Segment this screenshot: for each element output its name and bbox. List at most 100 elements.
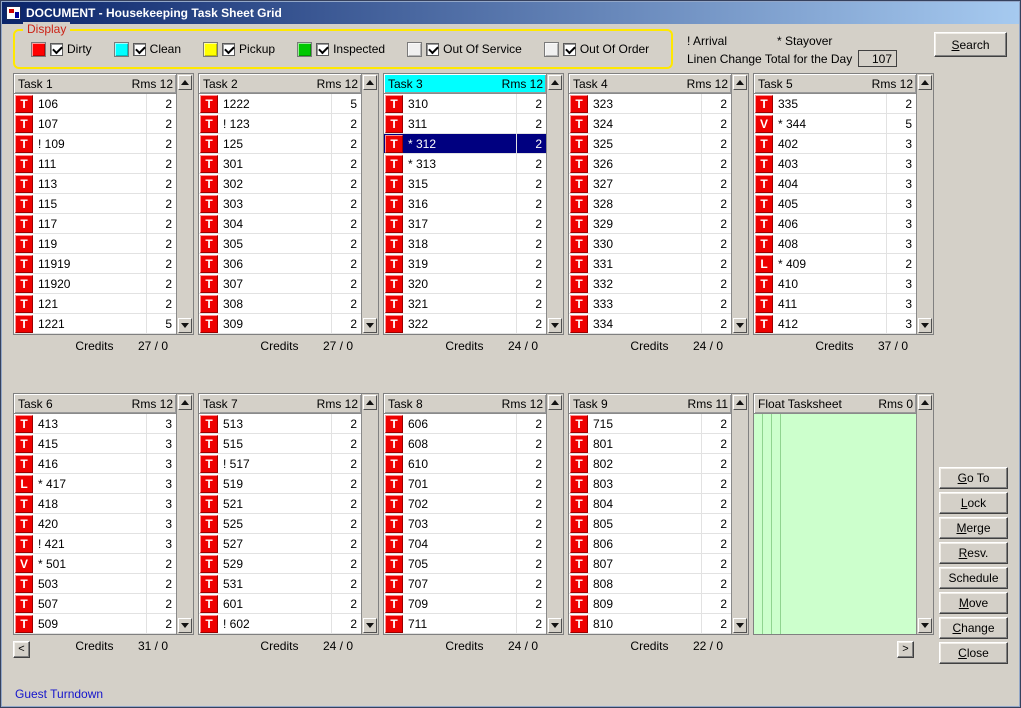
- dirty-checkbox[interactable]: [50, 43, 63, 56]
- room-row[interactable]: T5032: [14, 574, 176, 594]
- scroll-up-button[interactable]: [918, 395, 932, 410]
- room-row[interactable]: T3312: [569, 254, 731, 274]
- task-8-scrollbar[interactable]: [546, 394, 563, 634]
- room-row[interactable]: T1062: [14, 94, 176, 114]
- scroll-down-button[interactable]: [548, 318, 562, 333]
- room-row[interactable]: T5072: [14, 594, 176, 614]
- room-row[interactable]: T5292: [199, 554, 361, 574]
- schedule-button[interactable]: Schedule: [939, 567, 1008, 589]
- merge-button[interactable]: Merge: [939, 517, 1008, 539]
- task-6-header[interactable]: Task 6Rms 12: [14, 394, 176, 414]
- room-row[interactable]: T3152: [384, 174, 546, 194]
- room-row[interactable]: T5132: [199, 414, 361, 434]
- scroll-right-button[interactable]: >: [897, 641, 914, 658]
- room-row[interactable]: T7072: [384, 574, 546, 594]
- room-row[interactable]: T3022: [199, 174, 361, 194]
- task-2-header[interactable]: Task 2Rms 12: [199, 74, 361, 94]
- room-row[interactable]: T8092: [569, 594, 731, 614]
- room-row[interactable]: T3082: [199, 294, 361, 314]
- scroll-track[interactable]: [548, 411, 562, 617]
- room-row[interactable]: T3042: [199, 214, 361, 234]
- resv-button[interactable]: Resv.: [939, 542, 1008, 564]
- room-row[interactable]: V* 3445: [754, 114, 916, 134]
- room-row[interactable]: L* 4173: [14, 474, 176, 494]
- room-row[interactable]: T4063: [754, 214, 916, 234]
- float-tasksheet-header[interactable]: Float TasksheetRms 0: [754, 394, 916, 414]
- room-row[interactable]: T1252: [199, 134, 361, 154]
- close-button[interactable]: Close: [939, 642, 1008, 664]
- room-row[interactable]: T3172: [384, 214, 546, 234]
- scroll-track[interactable]: [548, 91, 562, 317]
- scroll-down-button[interactable]: [918, 318, 932, 333]
- room-row[interactable]: T4113: [754, 294, 916, 314]
- scroll-up-button[interactable]: [733, 395, 747, 410]
- room-row[interactable]: T1112: [14, 154, 176, 174]
- room-row[interactable]: T4153: [14, 434, 176, 454]
- room-row[interactable]: T! 6022: [199, 614, 361, 634]
- guest-turndown-link[interactable]: Guest Turndown: [15, 687, 103, 701]
- room-row[interactable]: T3062: [199, 254, 361, 274]
- room-row[interactable]: T4083: [754, 234, 916, 254]
- room-row[interactable]: T5272: [199, 534, 361, 554]
- room-row[interactable]: T3032: [199, 194, 361, 214]
- room-row[interactable]: L* 4092: [754, 254, 916, 274]
- room-row[interactable]: T5192: [199, 474, 361, 494]
- task-2-scrollbar[interactable]: [361, 74, 378, 334]
- room-row[interactable]: T12215: [14, 314, 176, 334]
- room-row[interactable]: T7042: [384, 534, 546, 554]
- scroll-left-button[interactable]: <: [13, 641, 30, 658]
- scroll-down-button[interactable]: [733, 318, 747, 333]
- pickup-checkbox[interactable]: [222, 43, 235, 56]
- room-row[interactable]: T4103: [754, 274, 916, 294]
- room-row[interactable]: T3342: [569, 314, 731, 334]
- room-row[interactable]: T8022: [569, 454, 731, 474]
- room-row[interactable]: T4163: [14, 454, 176, 474]
- room-row[interactable]: T3332: [569, 294, 731, 314]
- room-row[interactable]: T3192: [384, 254, 546, 274]
- room-row[interactable]: T! 4213: [14, 534, 176, 554]
- room-row[interactable]: T3182: [384, 234, 546, 254]
- room-row[interactable]: T1172: [14, 214, 176, 234]
- room-row[interactable]: T4123: [754, 314, 916, 334]
- task-5-scrollbar[interactable]: [916, 74, 933, 334]
- scroll-down-button[interactable]: [733, 618, 747, 633]
- room-row[interactable]: T3252: [569, 134, 731, 154]
- room-row[interactable]: T3232: [569, 94, 731, 114]
- task-4-scrollbar[interactable]: [731, 74, 748, 334]
- room-row[interactable]: T4053: [754, 194, 916, 214]
- scroll-down-button[interactable]: [548, 618, 562, 633]
- room-row[interactable]: T3352: [754, 94, 916, 114]
- room-row[interactable]: T1192: [14, 234, 176, 254]
- room-row[interactable]: T! 5172: [199, 454, 361, 474]
- task-3-scrollbar[interactable]: [546, 74, 563, 334]
- task-8-header[interactable]: Task 8Rms 12: [384, 394, 546, 414]
- room-row[interactable]: T5252: [199, 514, 361, 534]
- room-row[interactable]: T5152: [199, 434, 361, 454]
- lock-button[interactable]: Lock: [939, 492, 1008, 514]
- room-row[interactable]: T! 1232: [199, 114, 361, 134]
- scroll-up-button[interactable]: [178, 75, 192, 90]
- scroll-down-button[interactable]: [918, 618, 932, 633]
- scroll-up-button[interactable]: [363, 75, 377, 90]
- room-row[interactable]: T1132: [14, 174, 176, 194]
- room-row[interactable]: T8082: [569, 574, 731, 594]
- room-row[interactable]: T5092: [14, 614, 176, 634]
- room-row[interactable]: T8042: [569, 494, 731, 514]
- scroll-up-button[interactable]: [548, 395, 562, 410]
- clean-checkbox[interactable]: [133, 43, 146, 56]
- room-row[interactable]: T1212: [14, 294, 176, 314]
- room-row[interactable]: T3272: [569, 174, 731, 194]
- scroll-track[interactable]: [918, 91, 932, 317]
- room-row[interactable]: T3242: [569, 114, 731, 134]
- room-row[interactable]: T6102: [384, 454, 546, 474]
- room-row[interactable]: T8052: [569, 514, 731, 534]
- scroll-down-button[interactable]: [363, 618, 377, 633]
- scroll-down-button[interactable]: [363, 318, 377, 333]
- task-9-scrollbar[interactable]: [731, 394, 748, 634]
- scroll-up-button[interactable]: [733, 75, 747, 90]
- room-row[interactable]: T4183: [14, 494, 176, 514]
- room-row[interactable]: T3212: [384, 294, 546, 314]
- scroll-up-button[interactable]: [918, 75, 932, 90]
- task-7-scrollbar[interactable]: [361, 394, 378, 634]
- room-row[interactable]: T6012: [199, 594, 361, 614]
